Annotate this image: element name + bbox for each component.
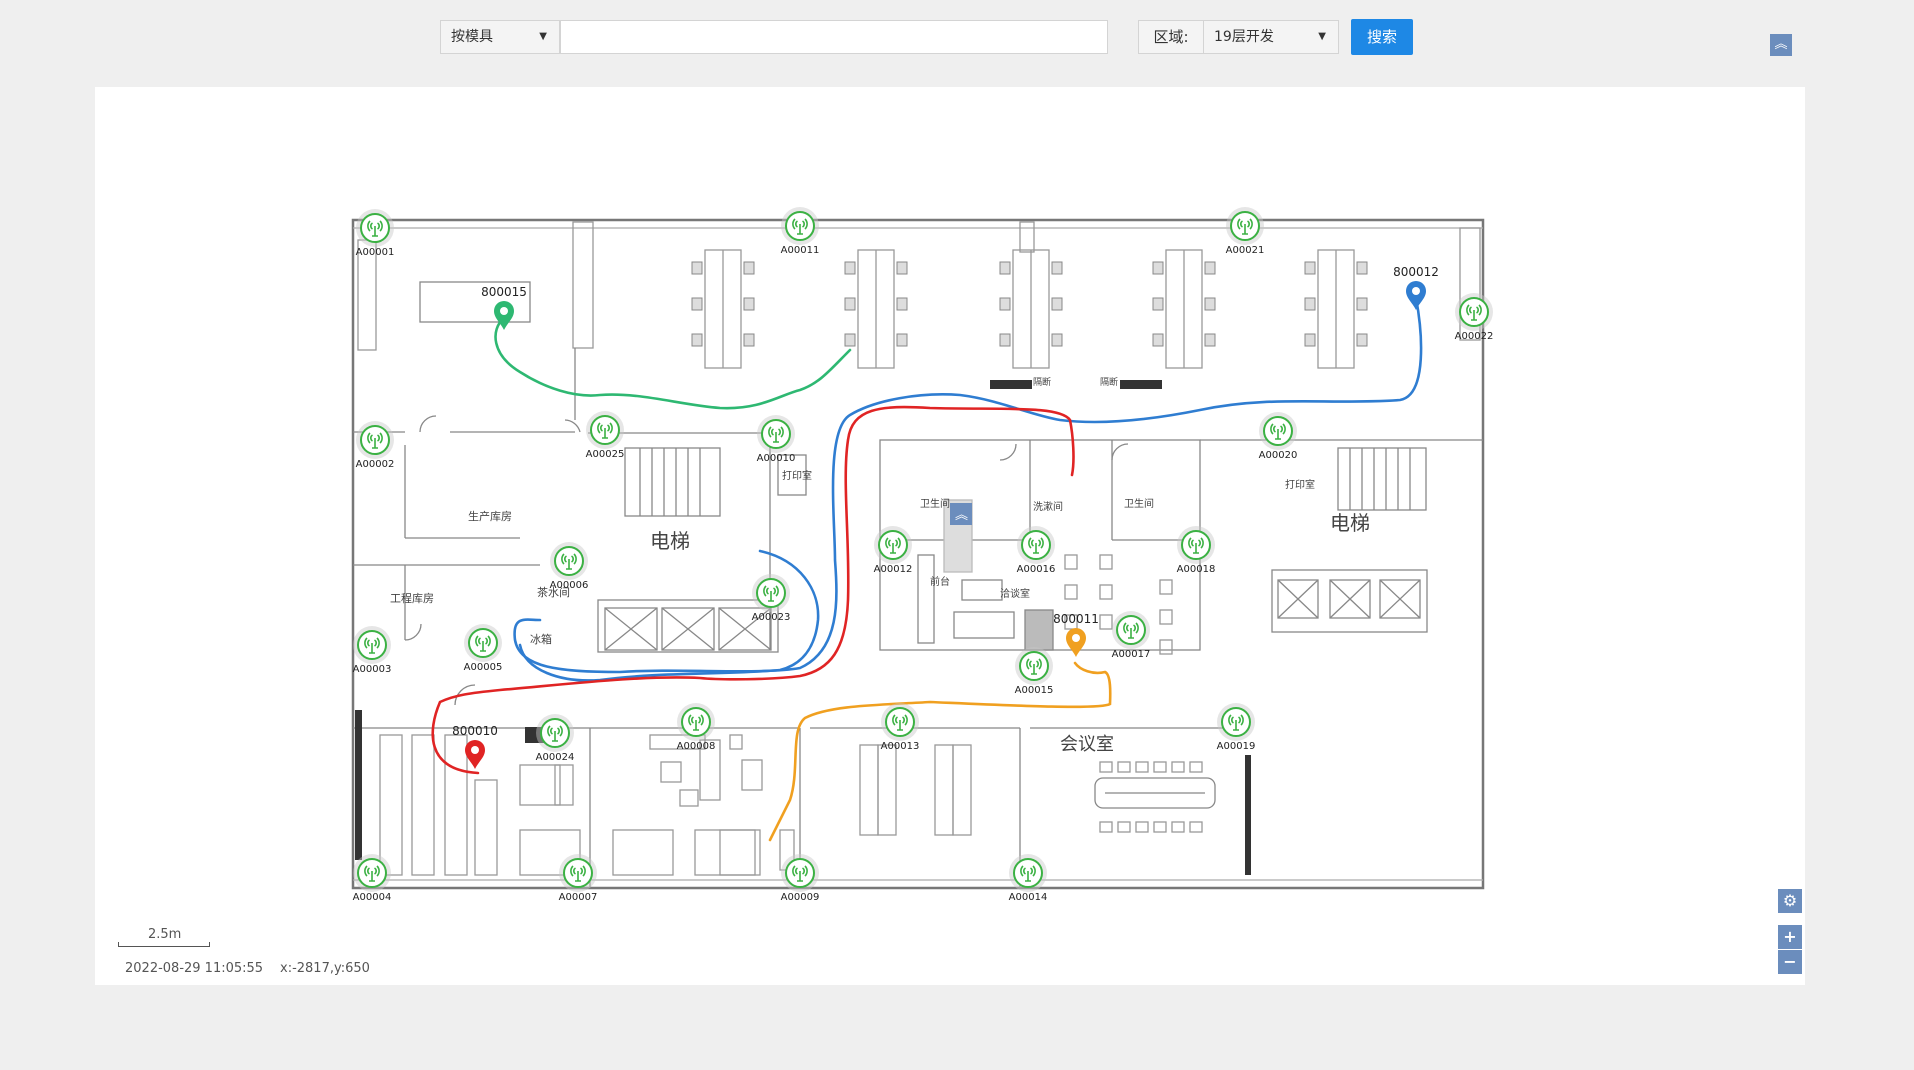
- anchor-label: A00008: [677, 741, 716, 752]
- anchor-label: A00011: [781, 245, 820, 256]
- track-green: [494, 316, 852, 410]
- anchor-a00004[interactable]: A00004: [353, 854, 392, 903]
- anchor-label: A00020: [1259, 450, 1298, 461]
- room-label: 冰箱: [530, 632, 552, 646]
- anchor-a00017[interactable]: A00017: [1112, 611, 1151, 660]
- room-label: 洗漱间: [1033, 500, 1063, 513]
- tag-label: 800010: [452, 724, 498, 738]
- anchor-a00002[interactable]: A00002: [356, 421, 395, 470]
- collapse-up-icon[interactable]: ︽: [1770, 34, 1792, 56]
- settings-gear-icon[interactable]: ⚙: [1778, 889, 1802, 913]
- anchor-a00006[interactable]: A00006: [550, 542, 589, 591]
- room-label: 洽谈室: [1000, 587, 1030, 600]
- area-label: 区域:: [1138, 20, 1204, 54]
- room-label: 卫生间: [920, 497, 950, 510]
- room-label: 工程库房: [390, 592, 434, 605]
- tag-800012[interactable]: 800012: [1393, 265, 1439, 310]
- anchor-a00007[interactable]: A00007: [559, 854, 598, 903]
- outer-wall: [351, 218, 1485, 890]
- anchor-a00015[interactable]: A00015: [1015, 647, 1054, 696]
- anchor-a00008[interactable]: A00008: [677, 703, 716, 752]
- anchor-label: A00022: [1455, 331, 1494, 342]
- anchor-label: A00006: [550, 580, 589, 591]
- room-label: 电梯: [1330, 511, 1370, 535]
- anchor-label: A00023: [752, 612, 791, 623]
- search-button[interactable]: 搜索: [1351, 19, 1413, 55]
- anchor-label: A00009: [781, 892, 820, 903]
- room-label: 打印室: [1285, 478, 1315, 491]
- zoom-in-button[interactable]: +: [1778, 925, 1802, 949]
- tag-800015[interactable]: 800015: [481, 285, 527, 330]
- scale-label: 2.5m: [148, 927, 182, 942]
- anchor-a00016[interactable]: A00016: [1017, 526, 1056, 575]
- anchor-a00009[interactable]: A00009: [781, 854, 820, 903]
- anchor-a00010[interactable]: A00010: [757, 415, 796, 464]
- anchor-a00021[interactable]: A00021: [1226, 207, 1265, 256]
- tag-800010[interactable]: 800010: [452, 724, 498, 769]
- area-select[interactable]: 19层开发 ▼: [1203, 20, 1339, 54]
- anchor-a00005[interactable]: A00005: [464, 624, 503, 673]
- cursor-coordinate: x:-2817,y:650: [280, 961, 370, 976]
- tag-label: 800015: [481, 285, 527, 299]
- location-pin-icon: [1066, 628, 1086, 657]
- anchor-label: A00015: [1015, 685, 1054, 696]
- anchor-label: A00021: [1226, 245, 1265, 256]
- room-label: 电梯: [650, 529, 690, 553]
- room-label: 会议室: [1060, 734, 1114, 755]
- anchor-a00020[interactable]: A00020: [1259, 412, 1298, 461]
- anchor-a00023[interactable]: A00023: [752, 574, 791, 623]
- floor-plan: 生产库房 工程库房 茶水间 冰箱 电梯 电梯 打印室 打印室 卫生间 卫生间 洗…: [351, 207, 1494, 903]
- caret-down-icon: ▼: [1318, 31, 1326, 42]
- scale-bar: 2.5m: [118, 927, 210, 949]
- anchor-label: A00002: [356, 459, 395, 470]
- zoom-out-button[interactable]: −: [1778, 950, 1802, 974]
- room-label: 生产库房: [468, 509, 512, 523]
- anchor-a00001[interactable]: A00001: [356, 209, 395, 258]
- anchor-label: A00010: [757, 453, 796, 464]
- anchor-label: A00019: [1217, 741, 1256, 752]
- anchor-a00022[interactable]: A00022: [1455, 293, 1494, 342]
- anchor-label: A00014: [1009, 892, 1048, 903]
- location-pin-icon: [1406, 281, 1426, 310]
- anchor-a00003[interactable]: A00003: [353, 626, 392, 675]
- map-canvas[interactable]: 生产库房 工程库房 茶水间 冰箱 电梯 电梯 打印室 打印室 卫生间 卫生间 洗…: [95, 87, 1805, 985]
- room-label: 卫生间: [1124, 497, 1154, 510]
- anchor-a00012[interactable]: A00012: [874, 526, 913, 575]
- anchor-label: A00025: [586, 449, 625, 460]
- anchor-label: A00003: [353, 664, 392, 675]
- mode-select-value: 按模具: [451, 29, 493, 45]
- anchor-a00024[interactable]: A00024: [536, 714, 575, 763]
- anchor-label: A00001: [356, 247, 395, 258]
- anchor-label: A00005: [464, 662, 503, 673]
- anchor-a00025[interactable]: A00025: [586, 411, 625, 460]
- anchor-label: A00004: [353, 892, 392, 903]
- caret-down-icon: ▼: [539, 31, 547, 42]
- mode-select[interactable]: 按模具 ▼: [440, 20, 560, 54]
- area-select-value: 19层开发: [1214, 29, 1274, 45]
- anchor-label: A00013: [881, 741, 920, 752]
- scale-line: [118, 942, 210, 947]
- anchor-label: A00017: [1112, 649, 1151, 660]
- anchor-a00013[interactable]: A00013: [881, 703, 920, 752]
- timestamp: 2022-08-29 11:05:55: [125, 961, 264, 976]
- room-label: 打印室: [782, 469, 812, 482]
- anchor-label: A00016: [1017, 564, 1056, 575]
- anchor-label: A00012: [874, 564, 913, 575]
- anchor-a00019[interactable]: A00019: [1217, 703, 1256, 752]
- room-label: 隔断: [1100, 376, 1118, 388]
- anchor-label: A00007: [559, 892, 598, 903]
- anchor-label: A00018: [1177, 564, 1216, 575]
- room-label: 前台: [930, 575, 950, 588]
- tag-label: 800012: [1393, 265, 1439, 279]
- anchor-a00018[interactable]: A00018: [1177, 526, 1216, 575]
- room-label: 隔断: [1033, 376, 1051, 388]
- anchor-label: A00024: [536, 752, 575, 763]
- location-pin-icon: [465, 740, 485, 769]
- tag-label: 800011: [1053, 612, 1099, 626]
- search-input[interactable]: [560, 20, 1108, 54]
- svg-text:︽: ︽: [955, 508, 968, 523]
- anchor-a00011[interactable]: A00011: [781, 207, 820, 256]
- anchor-a00014[interactable]: A00014: [1009, 854, 1048, 903]
